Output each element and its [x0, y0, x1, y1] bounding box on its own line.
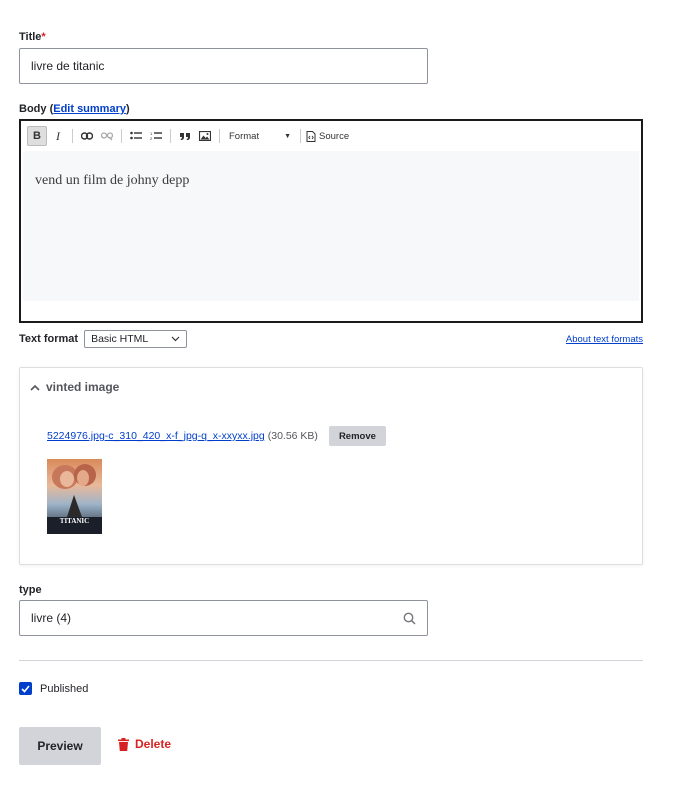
- editor-text: vend un film de johny depp: [35, 173, 190, 188]
- toolbar-separator: [300, 129, 301, 143]
- toolbar-separator: [219, 129, 220, 143]
- unlink-icon[interactable]: [98, 126, 116, 146]
- toolbar-separator: [72, 129, 73, 143]
- type-input[interactable]: livre (4): [19, 600, 428, 636]
- text-format-label: Text format: [19, 333, 79, 345]
- title-input-value: livre de titanic: [31, 59, 105, 73]
- toolbar-separator: [121, 129, 122, 143]
- file-size: (30.56 KB): [267, 430, 318, 442]
- published-checkbox[interactable]: [19, 682, 32, 695]
- check-icon: [21, 684, 30, 693]
- caret-down-icon: ▼: [284, 132, 291, 140]
- body-label: Body (Edit summary): [19, 103, 130, 115]
- svg-text:2: 2: [150, 136, 153, 141]
- toolbar-separator: [170, 129, 171, 143]
- search-icon: [403, 612, 416, 625]
- image-icon[interactable]: [196, 126, 214, 146]
- image-details: vinted image 5224976.jpg-c_310_420_x-f_j…: [19, 367, 643, 565]
- section-divider: [19, 660, 643, 661]
- text-format-row: Text format Basic HTML About text format…: [19, 330, 643, 348]
- trash-icon: [118, 737, 129, 751]
- format-dropdown[interactable]: Format ▼: [225, 126, 295, 146]
- published-row: Published: [19, 682, 88, 695]
- body-editor[interactable]: B I 12 Format ▼ Source vend un film de j…: [19, 119, 643, 323]
- preview-button[interactable]: Preview: [19, 727, 101, 765]
- chevron-down-icon: [171, 336, 180, 342]
- title-label: Title*: [19, 31, 46, 43]
- file-row: 5224976.jpg-c_310_420_x-f_jpg-q_x-xxyxx.…: [47, 426, 386, 446]
- edit-summary-link[interactable]: Edit summary: [53, 103, 126, 115]
- italic-button[interactable]: I: [49, 126, 67, 146]
- editor-content[interactable]: vend un film de johny depp: [23, 151, 639, 301]
- published-label: Published: [40, 682, 89, 695]
- details-summary[interactable]: vinted image: [30, 380, 119, 394]
- type-input-value: livre (4): [31, 611, 72, 625]
- image-thumbnail[interactable]: TITANIC: [47, 459, 102, 534]
- source-button[interactable]: Source: [306, 126, 349, 146]
- required-marker: *: [41, 31, 46, 43]
- delete-button[interactable]: Delete: [118, 737, 171, 751]
- type-label: type: [19, 584, 42, 596]
- remove-button[interactable]: Remove: [328, 426, 386, 446]
- title-input[interactable]: livre de titanic: [19, 48, 428, 84]
- about-text-formats-link[interactable]: About text formats: [566, 334, 643, 345]
- bulleted-list-icon[interactable]: [127, 126, 145, 146]
- poster-title: TITANIC: [60, 517, 89, 525]
- text-format-select[interactable]: Basic HTML: [84, 330, 188, 348]
- blockquote-icon[interactable]: [176, 126, 194, 146]
- chevron-up-icon: [30, 384, 40, 391]
- editor-toolbar: B I 12 Format ▼ Source: [21, 121, 641, 151]
- numbered-list-icon[interactable]: 12: [147, 126, 165, 146]
- file-link[interactable]: 5224976.jpg-c_310_420_x-f_jpg-q_x-xxyxx.…: [47, 430, 265, 442]
- source-icon: [306, 130, 316, 142]
- bold-button[interactable]: B: [27, 126, 47, 146]
- link-icon[interactable]: [78, 126, 96, 146]
